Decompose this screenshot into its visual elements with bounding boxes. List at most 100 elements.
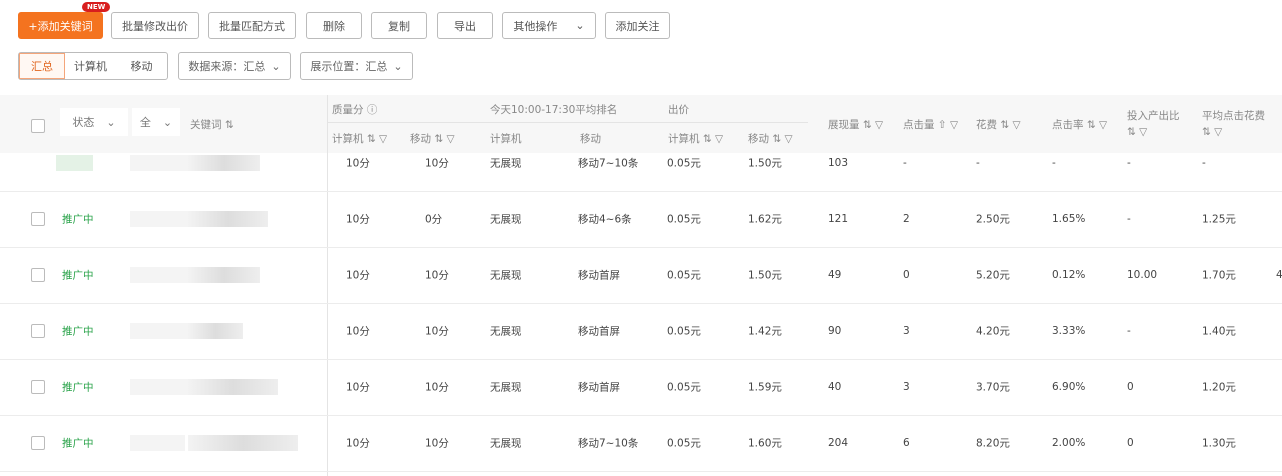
cell-b-m: 1.59元 bbox=[748, 381, 782, 394]
status-filter-label: 状态 bbox=[72, 116, 95, 129]
row-checkbox[interactable] bbox=[31, 436, 45, 450]
seg-pc[interactable]: 计算机 bbox=[65, 53, 116, 79]
row-checkbox[interactable] bbox=[31, 268, 45, 282]
cell-b-pc: 0.05元 bbox=[667, 437, 701, 450]
cell-r-m: 移动首屏 bbox=[578, 269, 620, 282]
cell-r-m: 移动4~6条 bbox=[578, 213, 632, 226]
cell-r-m: 移动7~10条 bbox=[578, 157, 639, 170]
cell-clk: - bbox=[903, 157, 907, 169]
impressions-header[interactable]: 展现量 ⇅ ▽ bbox=[828, 117, 883, 132]
display-position-label: 展示位置：汇总 bbox=[310, 60, 388, 73]
cell-cost: 4.20元 bbox=[976, 325, 1010, 338]
cell-ctr: 6.90% bbox=[1052, 381, 1086, 393]
select-all-checkbox[interactable] bbox=[31, 119, 45, 133]
cell-ctr: 2.00% bbox=[1052, 437, 1086, 449]
status-text: 推广中 bbox=[62, 269, 94, 282]
cell-imp: 90 bbox=[828, 325, 842, 337]
cell-imp: 204 bbox=[828, 437, 849, 449]
cell-b-m: 1.50元 bbox=[748, 157, 782, 170]
cell-q-pc: 10分 bbox=[346, 269, 370, 282]
keyword-header[interactable]: 关键词 ⇅ bbox=[190, 117, 234, 132]
delete-button[interactable]: 删除 bbox=[306, 12, 362, 39]
keyword-thumb bbox=[130, 155, 190, 171]
cell-q-m: 10分 bbox=[425, 381, 449, 394]
more-ops-dropdown[interactable]: 其他操作 ⌄ bbox=[502, 12, 596, 39]
cell-ctr: 0.12% bbox=[1052, 269, 1086, 281]
cell-clk: 0 bbox=[903, 269, 910, 281]
cell-clk: 3 bbox=[903, 381, 910, 393]
cell-b-pc: 0.05元 bbox=[667, 157, 701, 170]
cell-r-pc: 无展现 bbox=[490, 381, 522, 394]
cell-ctr: - bbox=[1052, 157, 1056, 169]
cpc-header[interactable]: 平均点击花费 bbox=[1202, 108, 1265, 123]
cell-roi: - bbox=[1127, 325, 1131, 337]
cell-cpc: 1.25元 bbox=[1202, 213, 1236, 226]
rank-header: 今天10:00-17:30平均排名 bbox=[490, 104, 618, 116]
row-checkbox[interactable] bbox=[31, 380, 45, 394]
cell-clk: 3 bbox=[903, 325, 910, 337]
display-position-select[interactable]: 展示位置：汇总 ⌄ bbox=[300, 52, 413, 80]
keyword-text-blurred[interactable] bbox=[188, 155, 260, 171]
status-text: 推广中 bbox=[62, 325, 94, 338]
ctr-header[interactable]: 点击率 ⇅ ▽ bbox=[1052, 117, 1107, 132]
cell-r-pc: 无展现 bbox=[490, 325, 522, 338]
cell-roi: 0 bbox=[1127, 381, 1134, 393]
cell-q-pc: 10分 bbox=[346, 381, 370, 394]
cell-b-pc: 0.05元 bbox=[667, 381, 701, 394]
cost-header[interactable]: 花费 ⇅ ▽ bbox=[976, 117, 1021, 132]
seg-summary[interactable]: 汇总 bbox=[19, 53, 65, 79]
cell-r-m: 移动首屏 bbox=[578, 325, 620, 338]
add-follow-button[interactable]: 添加关注 bbox=[605, 12, 670, 39]
export-button[interactable]: 导出 bbox=[437, 12, 493, 39]
cell-cpc: 1.40元 bbox=[1202, 325, 1236, 338]
status-text: 推广中 bbox=[62, 437, 94, 450]
cell-cost: 3.70元 bbox=[976, 381, 1010, 394]
cell-imp: 121 bbox=[828, 213, 849, 225]
cell-clk: 2 bbox=[903, 213, 910, 225]
batch-match-button[interactable]: 批量匹配方式 bbox=[208, 12, 296, 39]
row-checkbox[interactable] bbox=[31, 212, 45, 226]
all-filter[interactable]: 全 ⌄ bbox=[132, 108, 180, 136]
cell-roi: 0 bbox=[1127, 437, 1134, 449]
cell-roi: - bbox=[1127, 157, 1131, 169]
keyword-text-blurred[interactable] bbox=[188, 379, 278, 395]
roi-header[interactable]: 投入产出比 bbox=[1127, 108, 1180, 123]
cell-clk: 6 bbox=[903, 437, 910, 449]
seg-mobile[interactable]: 移动 bbox=[116, 53, 167, 79]
chevron-down-icon: ⌄ bbox=[393, 59, 403, 73]
keyword-text-blurred[interactable] bbox=[188, 435, 298, 451]
table-row: 推广中 10分 10分 无展现 移动首屏 0.05元 1.42元 90 3 4.20元 3.33% -… bbox=[0, 303, 1282, 360]
copy-button[interactable]: 复制 bbox=[371, 12, 427, 39]
row-checkbox[interactable] bbox=[31, 324, 45, 338]
keyword-text-blurred[interactable] bbox=[188, 267, 260, 283]
cell-b-pc: 0.05元 bbox=[667, 325, 701, 338]
cell-ctr: 3.33% bbox=[1052, 325, 1086, 337]
table-row: 推广中 10分 10分 无展现 移动首屏 0.05元 1.59元 40 3 3.70元 6.90% 0… bbox=[0, 359, 1282, 416]
keyword-text-blurred[interactable] bbox=[188, 211, 268, 227]
cell-ctr: 1.65% bbox=[1052, 213, 1086, 225]
cell-cost: 2.50元 bbox=[976, 213, 1010, 226]
cell-imp: 40 bbox=[828, 381, 842, 393]
cell-r-pc: 无展现 bbox=[490, 269, 522, 282]
keyword-thumb bbox=[130, 435, 185, 451]
cell-b-m: 1.60元 bbox=[748, 437, 782, 450]
clicks-header[interactable]: 点击量 ⇧ ▽ bbox=[903, 117, 958, 132]
add-keyword-button[interactable]: +添加关键词 bbox=[18, 12, 103, 39]
bid-header: 出价 bbox=[668, 104, 689, 116]
cell-cpc: - bbox=[1202, 157, 1206, 169]
cell-b-pc: 0.05元 bbox=[667, 213, 701, 226]
status-filter[interactable]: 状态 ⌄ bbox=[60, 108, 128, 136]
status-placeholder bbox=[56, 155, 93, 171]
cell-r-pc: 无展现 bbox=[490, 437, 522, 450]
chevron-down-icon: ⌄ bbox=[271, 59, 281, 73]
chevron-down-icon: ⌄ bbox=[575, 19, 585, 32]
keyword-text-blurred[interactable] bbox=[188, 323, 243, 339]
data-source-select[interactable]: 数据来源：汇总 ⌄ bbox=[178, 52, 291, 80]
device-segment: 汇总 计算机 移动 bbox=[18, 52, 168, 80]
cell-b-pc: 0.05元 bbox=[667, 269, 701, 282]
table-row: 推广中 10分 10分 无展现 移动首屏 0.05元 1.50元 49 0 5.20元 0.12% 1… bbox=[0, 247, 1282, 304]
cell-q-m: 10分 bbox=[425, 437, 449, 450]
batch-bid-button[interactable]: 批量修改出价 bbox=[111, 12, 199, 39]
cell-cost: - bbox=[976, 157, 980, 169]
data-source-label: 数据来源：汇总 bbox=[188, 60, 266, 73]
